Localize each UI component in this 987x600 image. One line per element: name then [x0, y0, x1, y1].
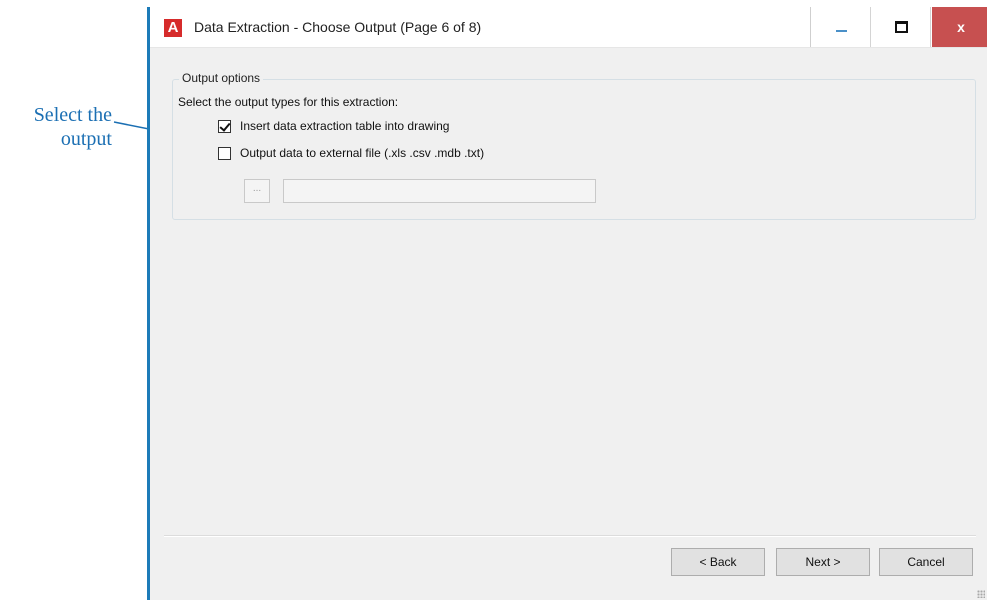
close-icon: x [957, 19, 965, 35]
browse-button[interactable]: ... [244, 179, 270, 203]
external-file-label: Output data to external file (.xls .csv … [240, 146, 485, 160]
window-title: Data Extraction - Choose Output (Page 6 … [194, 19, 482, 35]
title-divider [810, 7, 811, 47]
minimize-icon [836, 30, 847, 32]
screen: Select the output A Data Extraction - Ch… [0, 0, 987, 600]
close-button[interactable]: x [932, 7, 987, 47]
maximize-button[interactable] [873, 7, 931, 47]
callout-line-1: Select the [33, 104, 112, 126]
group-legend: Output options [179, 71, 264, 85]
insert-table-label: Insert data extraction table into drawin… [240, 119, 450, 133]
minimize-button[interactable] [813, 7, 871, 47]
maximize-icon [895, 21, 908, 33]
insert-table-option[interactable]: Insert data extraction table into drawin… [218, 119, 449, 133]
back-button[interactable]: < Back [671, 548, 765, 576]
insert-table-checkbox[interactable] [218, 119, 231, 133]
instruction-text: Select the output types for this extract… [178, 95, 399, 109]
external-file-checkbox[interactable] [218, 146, 231, 160]
external-file-option[interactable]: Output data to external file (.xls .csv … [218, 146, 484, 160]
cancel-button[interactable]: Cancel [879, 548, 973, 576]
resize-grip-icon[interactable] [977, 590, 985, 598]
autocad-logo-icon: A [164, 19, 182, 37]
data-extraction-dialog: A Data Extraction - Choose Output (Page … [147, 7, 987, 600]
callout-line-2: output [60, 128, 112, 150]
next-button[interactable]: Next > [776, 548, 870, 576]
title-bar[interactable]: A Data Extraction - Choose Output (Page … [150, 7, 987, 48]
footer-divider [164, 535, 976, 536]
file-path-field[interactable] [283, 179, 596, 203]
callout-label: Select the output [8, 103, 112, 151]
